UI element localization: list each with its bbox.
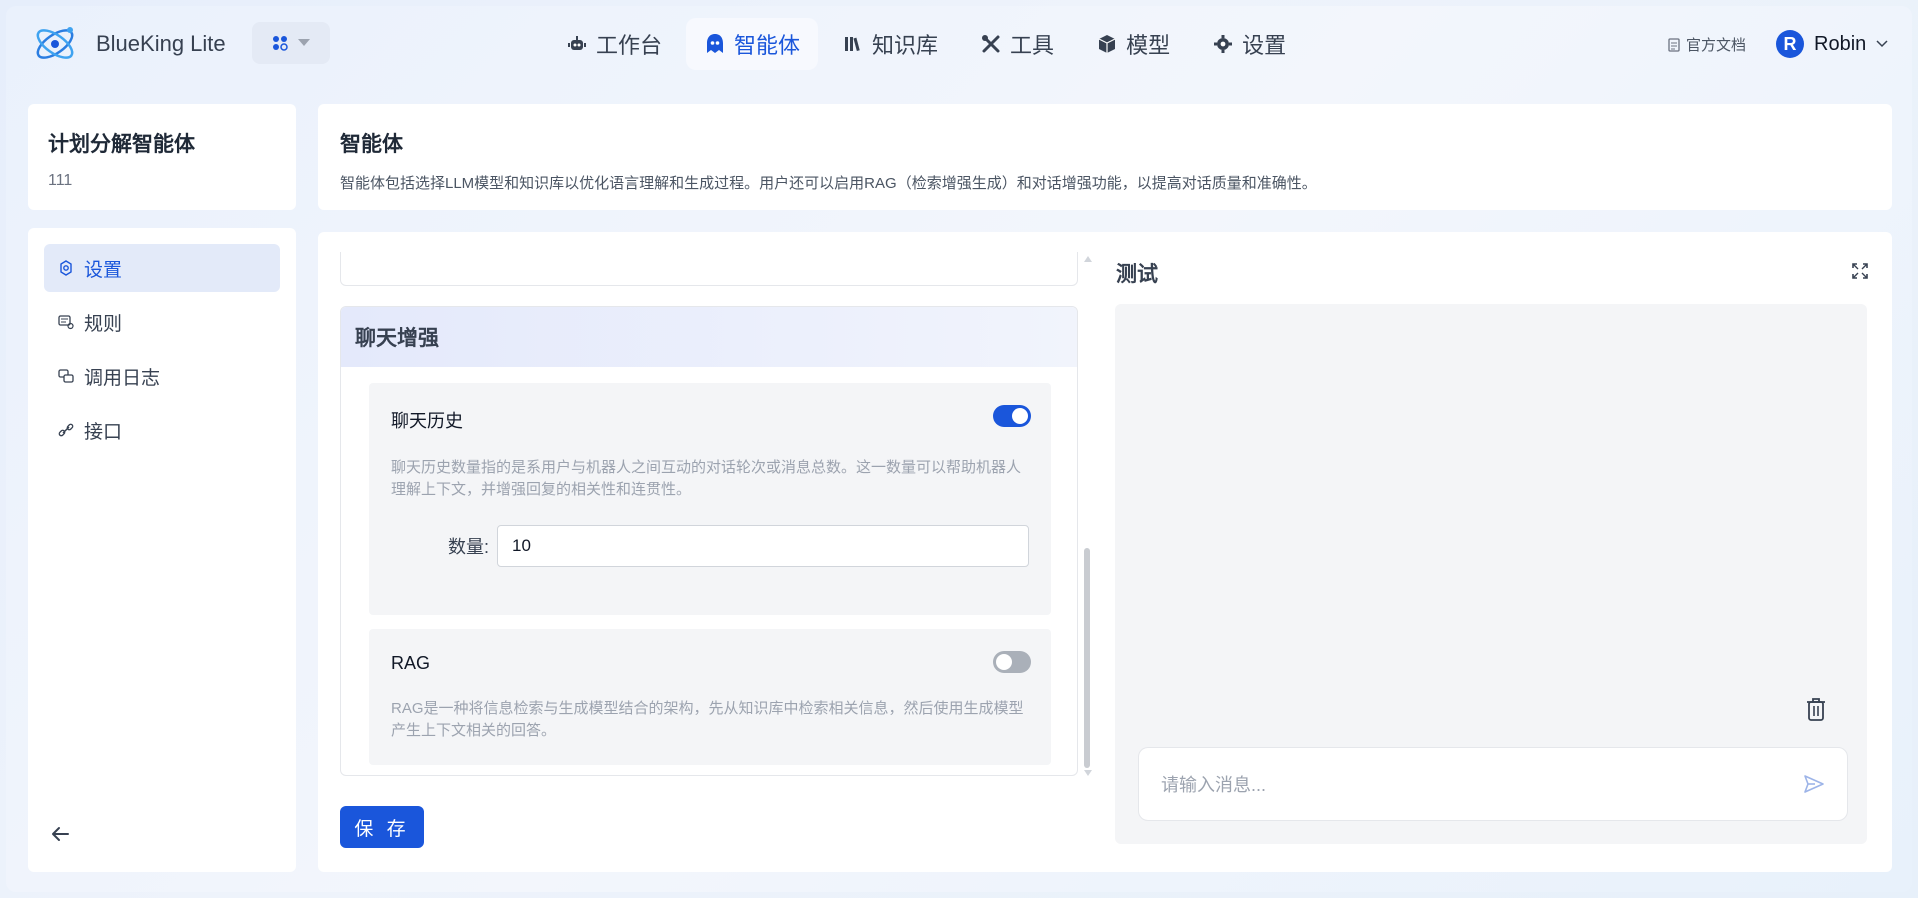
apps-icon	[273, 36, 288, 51]
rag-title: RAG	[391, 653, 431, 673]
send-icon[interactable]	[1803, 773, 1825, 795]
nav-label: 工作台	[596, 33, 663, 58]
sidebar: 设置 规则 调用日志 接口	[28, 228, 296, 872]
scroll-up-icon[interactable]	[1082, 254, 1094, 264]
nav-label: 智能体	[734, 33, 801, 58]
expand-icon[interactable]	[1851, 262, 1869, 280]
nav-agents[interactable]: 智能体	[686, 18, 819, 70]
agent-id: 111	[48, 172, 73, 189]
books-icon	[842, 33, 864, 55]
sidebar-item-rules[interactable]: 规则	[44, 298, 280, 346]
nav-workbench[interactable]: 工作台	[548, 18, 680, 70]
message-input[interactable]: 请输入消息...	[1138, 747, 1848, 821]
avatar: R	[1776, 30, 1804, 58]
test-title: 测试	[1116, 263, 1158, 286]
nav-models[interactable]: 模型	[1078, 18, 1188, 70]
caret-down-icon	[298, 39, 310, 46]
history-count-label: 数量:	[447, 537, 489, 557]
nav-label: 知识库	[872, 33, 939, 58]
gear-outline-icon	[60, 260, 72, 276]
nav-knowledge-base[interactable]: 知识库	[824, 18, 956, 70]
sidebar-item-label: 调用日志	[84, 367, 161, 389]
toggle-knob	[996, 654, 1012, 670]
sidebar-item-logs[interactable]: 调用日志	[44, 352, 280, 400]
chat-history-toggle[interactable]	[993, 405, 1031, 427]
history-count-field: 数量:	[391, 525, 1029, 567]
document-icon	[1668, 37, 1680, 52]
main-panel: 聊天增强 聊天历史 聊天历史数量指的是系用户与机器人之间互动的对话轮次或消息总数…	[318, 232, 1892, 872]
user-name: Robin	[1814, 32, 1867, 55]
previous-section-block	[340, 252, 1078, 286]
trash-icon[interactable]	[1804, 696, 1828, 722]
agent-icon	[704, 33, 726, 55]
link-icon	[58, 423, 74, 437]
message-input-placeholder: 请输入消息...	[1161, 775, 1267, 795]
agent-name: 计划分解智能体	[48, 133, 195, 156]
toggle-knob	[1012, 408, 1028, 424]
sidebar-item-label: 接口	[84, 421, 123, 443]
nav-settings[interactable]: 设置	[1194, 18, 1304, 70]
nav-label: 模型	[1126, 33, 1171, 58]
page-description: 智能体包括选择LLM模型和知识库以优化语言理解和生成过程。用户还可以启用RAG（…	[340, 175, 1317, 192]
sidebar-item-label: 规则	[84, 313, 123, 335]
section-title: 聊天增强	[341, 307, 1077, 367]
app-switcher-button[interactable]	[252, 22, 330, 64]
sidebar-item-settings[interactable]: 设置	[44, 244, 280, 292]
docs-link[interactable]: 官方文档	[1668, 34, 1746, 55]
chevron-down-icon	[1876, 40, 1888, 48]
chat-history-description: 聊天历史数量指的是系用户与机器人之间互动的对话轮次或消息总数。这一数量可以帮助机…	[391, 459, 1022, 498]
agent-card: 计划分解智能体 111	[28, 104, 296, 210]
rag-toggle[interactable]	[993, 651, 1031, 673]
cube-icon	[1096, 33, 1118, 55]
scroll-down-icon[interactable]	[1082, 768, 1094, 778]
info-banner: 智能体 智能体包括选择LLM模型和知识库以优化语言理解和生成过程。用户还可以启用…	[318, 104, 1892, 210]
save-button[interactable]: 保 存	[340, 806, 424, 848]
tools-icon	[980, 33, 1002, 55]
robot-icon	[566, 33, 588, 55]
top-header: BlueKing Lite 工作台 智能体 知识库 工具 模型 设置 官方文档 …	[0, 0, 1918, 88]
blueking-logo-icon	[36, 27, 74, 59]
gear-icon	[1212, 33, 1234, 55]
page-title: 智能体	[340, 133, 403, 156]
history-count-input[interactable]	[497, 525, 1029, 567]
rules-icon	[58, 315, 74, 330]
back-arrow-icon[interactable]	[48, 822, 72, 846]
nav-label: 设置	[1242, 33, 1287, 58]
user-menu[interactable]: R Robin	[1776, 30, 1888, 58]
rag-description: RAG是一种将信息检索与生成模型结合的架构，先从知识库中检索相关信息，然后使用生…	[391, 700, 1024, 739]
config-scroll-area[interactable]: 聊天增强 聊天历史 聊天历史数量指的是系用户与机器人之间互动的对话轮次或消息总数…	[340, 252, 1078, 816]
scrollbar-thumb[interactable]	[1084, 548, 1090, 768]
chat-history-title: 聊天历史	[391, 411, 463, 431]
log-icon	[58, 369, 74, 383]
sidebar-item-label: 设置	[84, 259, 123, 281]
nav-tools[interactable]: 工具	[962, 18, 1072, 70]
chat-enhance-section: 聊天增强 聊天历史 聊天历史数量指的是系用户与机器人之间互动的对话轮次或消息总数…	[340, 306, 1078, 776]
app-title: BlueKing Lite	[96, 31, 226, 56]
docs-label: 官方文档	[1686, 37, 1747, 54]
nav-label: 工具	[1010, 33, 1055, 58]
chat-history-card: 聊天历史 聊天历史数量指的是系用户与机器人之间互动的对话轮次或消息总数。这一数量…	[369, 383, 1051, 615]
rag-card: RAG RAG是一种将信息检索与生成模型结合的架构，先从知识库中检索相关信息，然…	[369, 629, 1051, 765]
sidebar-item-api[interactable]: 接口	[44, 406, 280, 454]
main-nav: 工作台 智能体 知识库 工具 模型 设置	[548, 18, 1310, 70]
